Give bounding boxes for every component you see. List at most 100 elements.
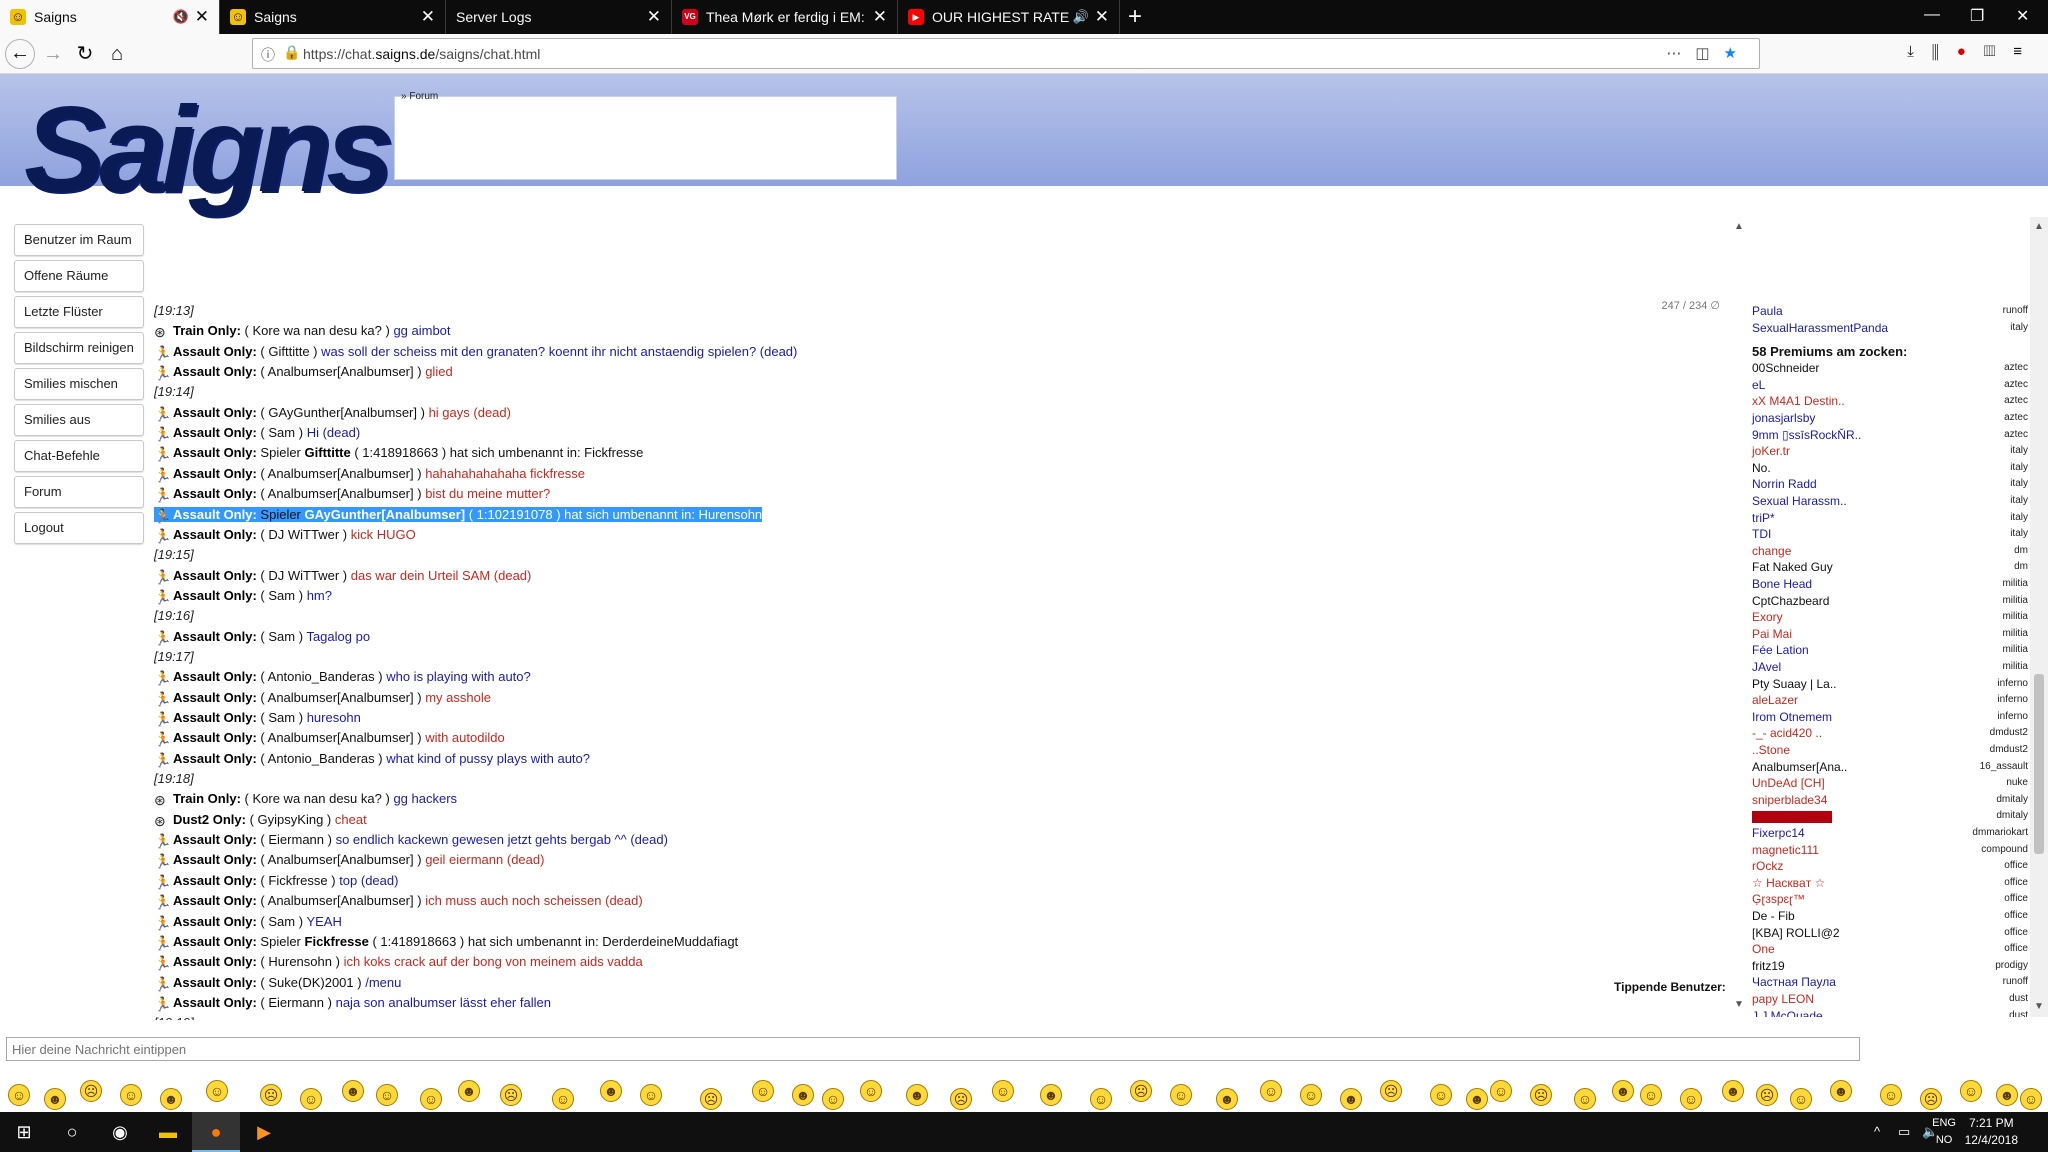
new-tab-button[interactable]: + [1128, 3, 1142, 31]
user-list-item[interactable]: ..Stone dmdust2 [1752, 742, 2028, 758]
tab-saigns-active[interactable]: ☺ Saigns 🔇 ✕ [0, 0, 220, 34]
smiley-icon[interactable]: ☺ [1170, 1084, 1192, 1106]
user-list-item[interactable]: JAvel militia [1752, 659, 2028, 675]
smiley-icon[interactable]: ☺ [1490, 1080, 1512, 1102]
sidebar-button-open-rooms[interactable]: Offene Räume [14, 260, 144, 292]
smiley-icon[interactable]: ☻ [1216, 1088, 1238, 1110]
smiley-icon[interactable]: ☻ [1612, 1080, 1634, 1102]
smiley-icon[interactable]: ☺ [1790, 1088, 1812, 1110]
nickname[interactable]: ( Sam ) [260, 629, 303, 644]
user-list-item[interactable]: Частная Паула runoff [1752, 974, 2028, 990]
smiley-icon[interactable]: ☻ [600, 1080, 622, 1102]
scroll-up-icon[interactable]: ▲ [1734, 221, 1744, 232]
speaker-icon[interactable]: 🔊 [1073, 9, 1089, 25]
user-list-item[interactable]: Irom Otnemem inferno [1752, 709, 2028, 725]
smiley-icon[interactable]: ☺ [1574, 1088, 1596, 1110]
user-list-item[interactable]: Paula runoff [1752, 303, 2028, 319]
user-list-item[interactable]: De - Fib office [1752, 908, 2028, 924]
pocket-icon[interactable]: ◫ [1695, 45, 1723, 62]
nickname[interactable]: ( Antonio_Banderas ) [260, 751, 382, 766]
smiley-icon[interactable]: ☻ [1830, 1080, 1852, 1102]
adblock-icon[interactable]: ● [1957, 43, 1984, 60]
user-list-item[interactable]: jonasjarlsby aztec [1752, 410, 2028, 426]
nickname[interactable]: ( Analbumser[Analbumser] ) [260, 690, 421, 705]
nickname[interactable]: ( Fickfresse ) [260, 873, 335, 888]
library-icon[interactable]: ⫼ [1932, 43, 1957, 60]
nickname[interactable]: ( Sam ) [260, 710, 303, 725]
smiley-icon[interactable]: ☹ [80, 1080, 102, 1102]
user-list-item[interactable]: J.J.McQuade dust [1752, 1008, 2028, 1017]
tab-youtube[interactable]: ▶ OUR HIGHEST RATED WAL 🔊 ✕ [898, 0, 1120, 34]
nickname[interactable]: ( Gifttitte ) [260, 344, 317, 359]
user-list-item[interactable]: Bone Head militia [1752, 576, 2028, 592]
tray-chevron-icon[interactable]: ^ [1874, 1124, 1880, 1139]
user-list-item[interactable]: CptChazbeard militia [1752, 593, 2028, 609]
smiley-icon[interactable]: ☹ [950, 1088, 972, 1110]
sidebar-button-chat-commands[interactable]: Chat-Befehle [14, 440, 144, 472]
scrollbar-thumb[interactable] [2034, 674, 2044, 854]
download-icon[interactable]: ⤓ [1907, 43, 1932, 60]
user-list-item[interactable]: triP* italy [1752, 510, 2028, 526]
smiley-icon[interactable]: ☺ [376, 1084, 398, 1106]
tab-server-logs[interactable]: Server Logs ✕ [446, 0, 672, 34]
sidebar-button-shuffle-smilies[interactable]: Smilies mischen [14, 368, 144, 400]
smiley-icon[interactable]: ☻ [792, 1084, 814, 1106]
lock-icon[interactable]: 🔒 [283, 44, 300, 61]
user-list-item[interactable]: eL aztec [1752, 377, 2028, 393]
smiley-icon[interactable]: ☻ [1996, 1084, 2018, 1106]
user-list[interactable]: Paula runoff SexualHarassmentPanda italy 58 … [1750, 217, 2030, 1017]
smiley-icon[interactable]: ☺ [552, 1088, 574, 1110]
user-list-item[interactable]: UnDeAd [CH] nuke [1752, 775, 2028, 791]
close-icon[interactable]: ✕ [421, 7, 435, 27]
search-icon[interactable]: ○ [48, 1112, 96, 1152]
smiley-icon[interactable]: ☻ [44, 1088, 66, 1110]
smiley-icon[interactable]: ☺ [2020, 1088, 2042, 1110]
user-list-item[interactable]: Fixerpc14 dmmariokart [1752, 825, 2028, 841]
user-list-item[interactable]: [KBA] ROLLI@2 office [1752, 925, 2028, 941]
nickname[interactable]: ( Kore wa nan desu ka? ) [245, 323, 390, 338]
nickname[interactable]: ( Suke(DK)2001 ) [260, 975, 361, 990]
smiley-icon[interactable]: ☺ [420, 1088, 442, 1110]
scroll-down-icon[interactable]: ▼ [1734, 999, 1744, 1010]
close-window-button[interactable]: ✕ [2016, 6, 2029, 26]
smiley-icon[interactable]: ☺ [752, 1080, 774, 1102]
nickname[interactable]: ( DJ WiTTwer ) [260, 568, 347, 583]
network-icon[interactable]: ▭ [1898, 1124, 1910, 1140]
smiley-icon[interactable]: ☹ [500, 1084, 522, 1106]
user-list-item[interactable]: Pai Mai militia [1752, 626, 2028, 642]
smiley-icon[interactable]: ☺ [992, 1080, 1014, 1102]
nickname[interactable]: ( Eiermann ) [260, 995, 332, 1010]
user-list-item[interactable]: ☆ Насквaт ☆ office [1752, 875, 2028, 891]
user-list-item[interactable]: Ģɽɜspɛɽ™ office [1752, 891, 2028, 907]
windows-start-icon[interactable]: ⊞ [0, 1112, 48, 1152]
media-player-icon[interactable]: ▶ [240, 1112, 288, 1152]
steam-icon[interactable]: ◉ [96, 1112, 144, 1152]
nickname[interactable]: ( Hurensohn ) [260, 954, 340, 969]
smiley-icon[interactable]: ☺ [1880, 1084, 1902, 1106]
reload-button[interactable]: ↻ [70, 39, 100, 69]
clock[interactable]: 7:21 PM 12/4/2018 [1965, 1115, 2018, 1149]
smiley-icon[interactable]: ☺ [822, 1088, 844, 1110]
nickname[interactable]: ( Analbumser[Analbumser] ) [260, 730, 421, 745]
smiley-icon[interactable]: ☺ [300, 1088, 322, 1110]
nickname[interactable]: ( DJ WiTTwer ) [260, 527, 347, 542]
smiley-icon[interactable]: ☹ [1130, 1080, 1152, 1102]
sidebar-button-smilies-off[interactable]: Smilies aus [14, 404, 144, 436]
user-list-item[interactable]: dmitaly [1752, 808, 2028, 824]
smiley-icon[interactable]: ☻ [1466, 1088, 1488, 1110]
smiley-icon[interactable]: ☺ [640, 1084, 662, 1106]
nickname[interactable]: ( Sam ) [260, 914, 303, 929]
language-indicator[interactable]: ENG NO [1932, 1115, 1956, 1149]
smiley-icon[interactable]: ☻ [1722, 1080, 1744, 1102]
close-icon[interactable]: ✕ [873, 7, 887, 27]
user-list-item[interactable]: Sexual Harassm.. italy [1752, 493, 2028, 509]
smiley-icon[interactable]: ☺ [1680, 1088, 1702, 1110]
player-name[interactable]: GAyGunther[Analbumser] [305, 507, 466, 522]
user-list-item[interactable]: One office [1752, 941, 2028, 957]
user-list-item[interactable]: 00Schneider aztec [1752, 360, 2028, 376]
user-list-item[interactable]: Fée Lation militia [1752, 642, 2028, 658]
user-list-item[interactable]: aleLazer inferno [1752, 692, 2028, 708]
sidebar-button-logout[interactable]: Logout [14, 512, 144, 544]
sidebar-button-clear-screen[interactable]: Bildschirm reinigen [14, 332, 144, 364]
smiley-icon[interactable]: ☻ [160, 1088, 182, 1110]
